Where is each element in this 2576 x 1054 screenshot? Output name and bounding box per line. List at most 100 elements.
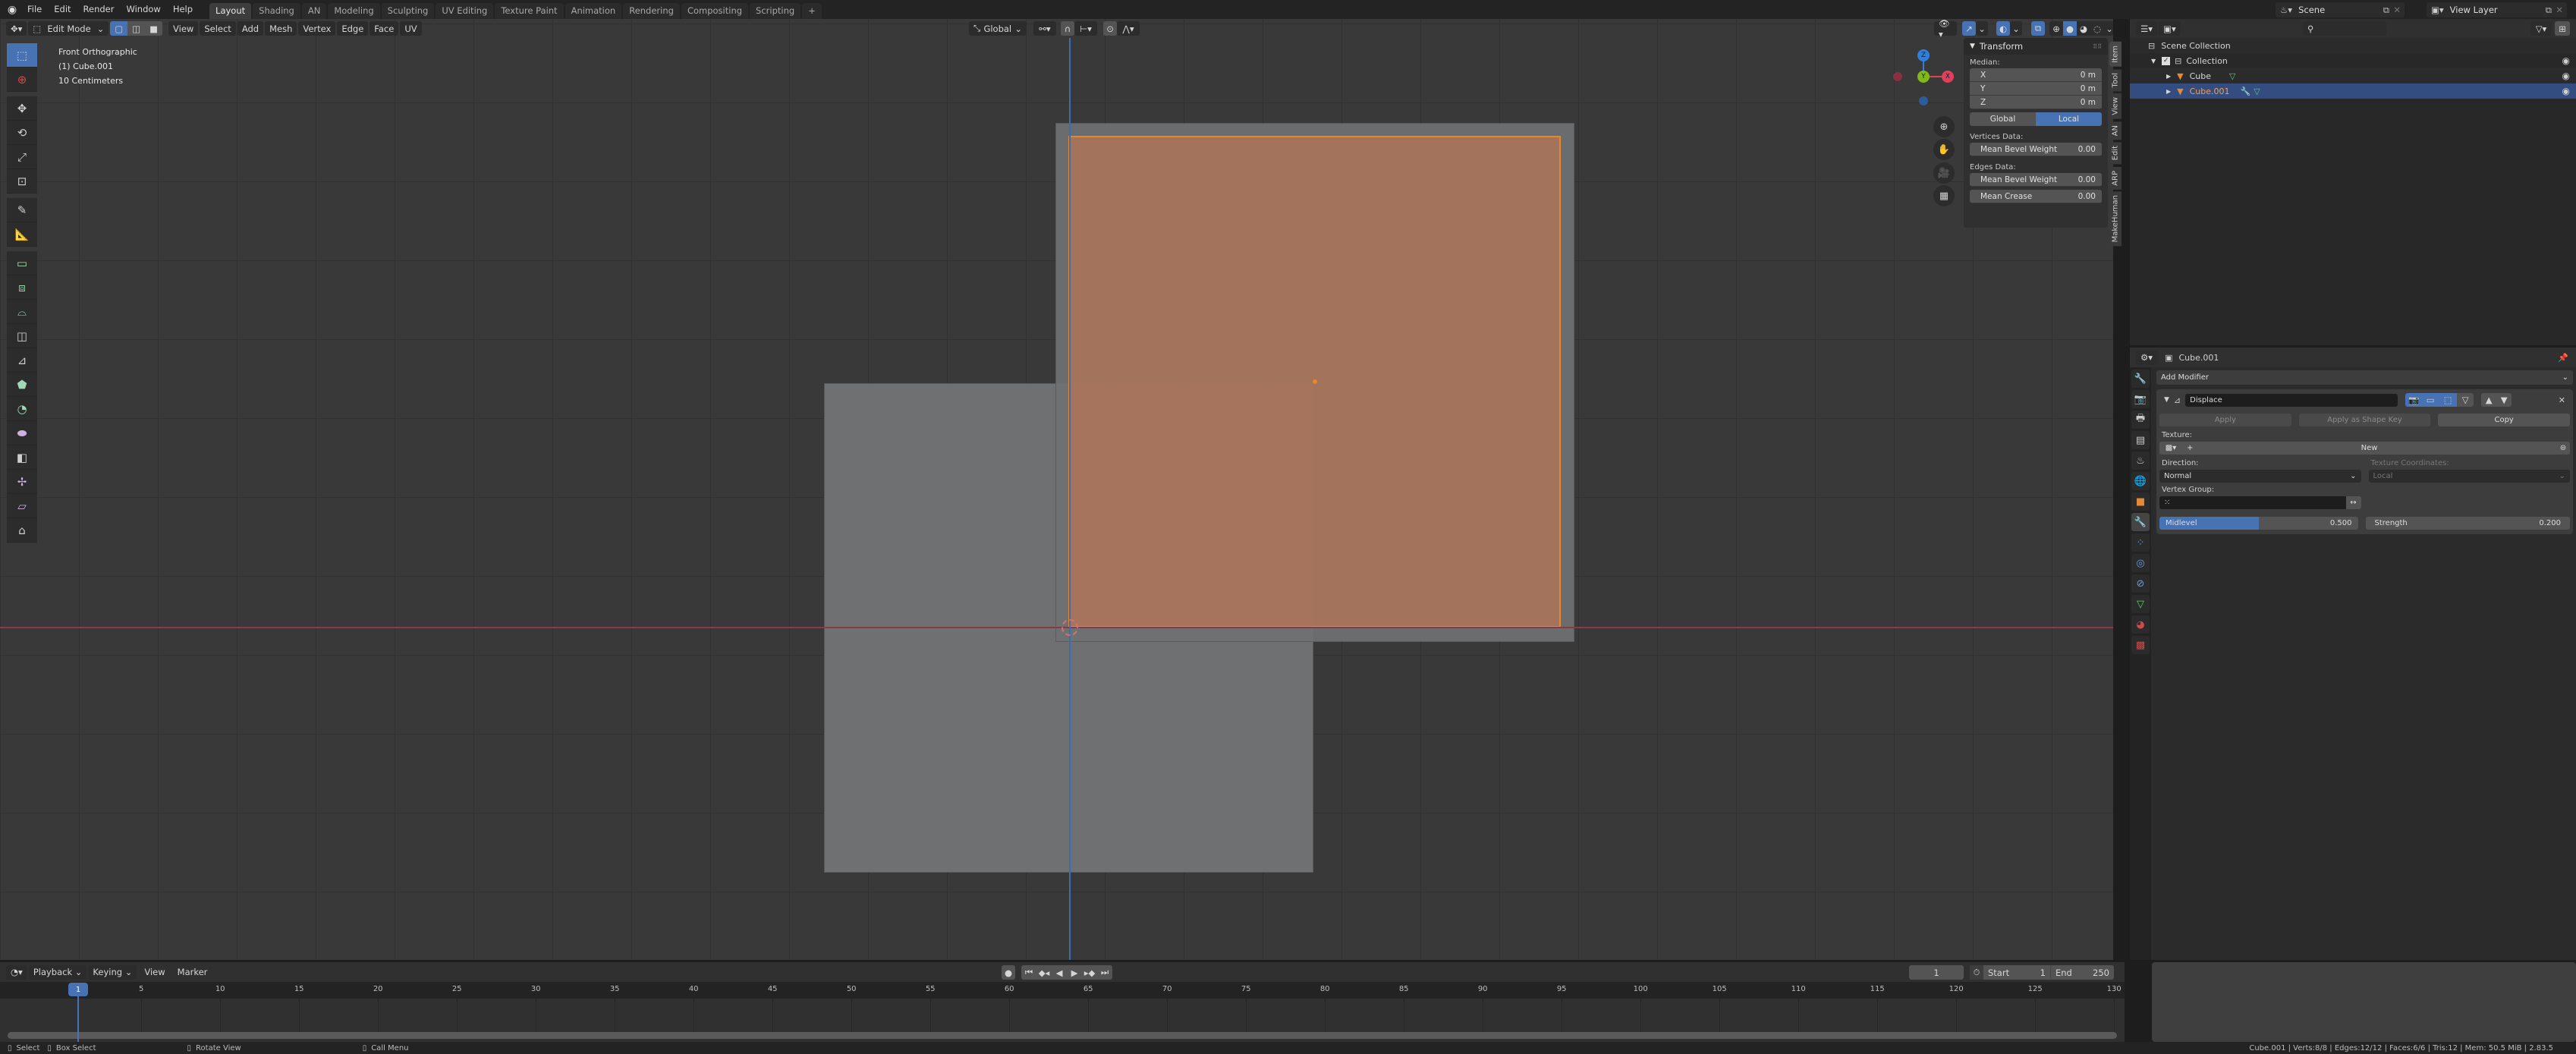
tab-an[interactable]: AN (301, 3, 327, 19)
vertex-group-input[interactable]: ⁙ (2159, 496, 2346, 509)
collection-checkbox[interactable]: ✓ (2162, 56, 2171, 65)
outliner-editor-type[interactable]: ☰▾ (2136, 21, 2158, 36)
tab-layout[interactable]: Layout (209, 3, 252, 19)
tab-particles[interactable]: ⁘ (2131, 533, 2150, 552)
menu-playback[interactable]: Playback ⌄ (28, 964, 87, 980)
tool-extrude[interactable]: ▭ (7, 251, 37, 275)
show-render-toggle[interactable]: 📷 (2405, 393, 2423, 407)
playhead-frame-badge[interactable]: 1 (68, 983, 88, 996)
tool-edge-slide[interactable]: ◧ (7, 445, 37, 470)
remove-modifier-icon[interactable]: ✕ (2559, 395, 2565, 405)
timeline-editor-type[interactable]: ◔▾ (6, 964, 27, 980)
tool-knife[interactable]: ⊿ (7, 348, 37, 373)
tab-scene[interactable]: ♨ (2131, 451, 2150, 470)
add-workspace-button[interactable]: + (802, 3, 822, 19)
visibility-eye-icon[interactable]: ◉ (2562, 55, 2570, 66)
tool-annotate[interactable]: ✎ (7, 198, 37, 222)
prev-keyframe-button[interactable]: ◆◂ (1036, 965, 1052, 980)
gizmo-x-icon[interactable]: X (1942, 71, 1954, 83)
gizmo-toggle[interactable]: ↗ (1962, 21, 1976, 36)
tab-physics[interactable]: ◎ (2131, 554, 2150, 572)
3d-cursor-icon[interactable] (1062, 619, 1078, 636)
tab-rendering[interactable]: Rendering (623, 3, 680, 19)
edge-select-button[interactable]: ◫ (127, 21, 146, 36)
gizmo-neg-z-icon[interactable] (1919, 96, 1928, 105)
show-viewport-toggle[interactable]: ▭ (2422, 393, 2439, 407)
tool-poly-build[interactable]: ⬟ (7, 373, 37, 397)
menu-select[interactable]: Select (200, 21, 236, 36)
view-layer-selector[interactable]: ▣▾ View Layer ⧉ ✕ (2427, 2, 2567, 17)
falloff-selector[interactable]: ⋀▾ (1117, 21, 1140, 36)
jump-end-button[interactable]: ⏭ (1097, 965, 1112, 980)
tab-material[interactable]: ◕ (2131, 615, 2150, 634)
strength-field[interactable]: Strength 0.200 (2365, 517, 2570, 530)
tab-uv-editing[interactable]: UV Editing (436, 3, 494, 19)
start-frame-field[interactable]: Start 1 (1983, 965, 2050, 980)
scene-selector[interactable]: ♨▾ Scene ⧉ ✕ (2276, 2, 2405, 17)
tab-item[interactable]: Item (2109, 42, 2122, 67)
menu-uv[interactable]: UV (400, 21, 422, 36)
perspective-toggle-button[interactable]: ▦ (1933, 185, 1955, 206)
pin-icon[interactable]: 📌 (2558, 353, 2568, 363)
snap-toggle[interactable]: ∩ (1061, 21, 1074, 36)
tool-move[interactable]: ✥ (7, 96, 37, 121)
invert-vertex-group-button[interactable]: ↔ (2345, 496, 2361, 509)
add-modifier-dropdown[interactable]: Add Modifier ⌄ (2156, 370, 2573, 385)
snap-target-selector[interactable]: ⊢▾ (1074, 21, 1097, 36)
overlays-toggle[interactable]: ◐ (1996, 21, 2010, 36)
stopwatch-icon[interactable]: ⏱ (1970, 965, 1983, 980)
orientation-selector[interactable]: ⤡ Global ⌄ (969, 21, 1027, 36)
tool-smooth[interactable]: ⬬ (7, 421, 37, 445)
menu-keying[interactable]: Keying ⌄ (88, 964, 137, 980)
expand-arrow-icon[interactable]: ▼ (2151, 58, 2156, 64)
move-down-button[interactable]: ▼ (2496, 393, 2512, 407)
timeline-body[interactable] (0, 999, 2510, 1042)
tool-bevel[interactable]: ⌓ (7, 300, 37, 324)
tool-loop-cut[interactable]: ◫ (7, 324, 37, 348)
tab-modeling[interactable]: Modeling (328, 3, 380, 19)
direction-dropdown[interactable]: Normal ⌄ (2159, 470, 2361, 483)
tab-render[interactable]: 📷 (2131, 390, 2150, 408)
menu-window[interactable]: Window (120, 0, 166, 19)
new-collection-button[interactable]: ⊞ (2555, 21, 2570, 36)
expand-arrow-icon[interactable]: ▶ (2166, 88, 2171, 95)
menu-marker[interactable]: Marker (171, 963, 214, 982)
selectability-visibility-button[interactable]: 👁▾ (1934, 19, 1957, 39)
pivot-selector[interactable]: ⚯▾ (1033, 21, 1056, 36)
current-frame-field[interactable]: 1 (1909, 965, 1964, 980)
tab-an[interactable]: AN (2109, 121, 2122, 140)
vertex-bevel-weight-field[interactable]: Mean Bevel Weight 0.00 (1970, 143, 2102, 156)
outliner-row-collection[interactable]: ▼ ✓ ⊟ Collection ◉ (2130, 53, 2576, 68)
delete-view-layer-icon[interactable]: ✕ (2556, 5, 2563, 15)
display-mode-selector[interactable]: ▣▾ (2159, 21, 2181, 36)
vertex-select-button[interactable]: ▢ (110, 21, 128, 36)
menu-vertex[interactable]: Vertex (298, 21, 336, 36)
show-editmode-toggle[interactable]: ⬚ (2439, 393, 2458, 407)
menu-edge[interactable]: Edge (337, 21, 369, 36)
expand-arrow-icon[interactable]: ▶ (2166, 73, 2171, 80)
shading-dropdown[interactable]: ⌄ (2104, 21, 2113, 36)
tab-edit[interactable]: Edit (2109, 142, 2122, 165)
tab-constraints[interactable]: ⊘ (2131, 574, 2150, 593)
mode-selector[interactable]: ⬚ Edit Mode ⌄ (28, 21, 109, 36)
outliner-row-scene-collection[interactable]: ⊟ Scene Collection (2130, 38, 2576, 53)
tool-spin[interactable]: ◔ (7, 397, 37, 421)
xray-toggle[interactable]: ⧉ (2031, 21, 2045, 36)
navigation-gizmo[interactable]: Z Y X (1893, 49, 1954, 110)
shading-wireframe[interactable]: ⊕ (2049, 21, 2063, 36)
shading-rendered[interactable]: ◌ (2090, 21, 2104, 36)
mesh-data-icon[interactable]: ▽ (2254, 87, 2260, 96)
median-x-field[interactable]: X 0 m (1970, 68, 2102, 82)
filter-button[interactable]: ▽▾ (2530, 21, 2552, 36)
tab-animation[interactable]: Animation (565, 3, 622, 19)
texture-coordinates-dropdown[interactable]: Local ⌄ (2368, 470, 2570, 483)
gizmo-neg-x-icon[interactable] (1893, 72, 1902, 81)
menu-edit[interactable]: Edit (48, 0, 77, 19)
menu-add[interactable]: Add (237, 21, 264, 36)
new-texture-button[interactable]: + New (2182, 442, 2556, 455)
tab-mesh-data[interactable]: ▽ (2131, 595, 2150, 613)
tool-inset[interactable]: ⧈ (7, 275, 37, 300)
modifier-wrench-icon[interactable]: 🔧 (2241, 87, 2251, 96)
move-up-button[interactable]: ▲ (2481, 393, 2497, 407)
editor-type-button[interactable]: ✥▾ (6, 21, 27, 36)
